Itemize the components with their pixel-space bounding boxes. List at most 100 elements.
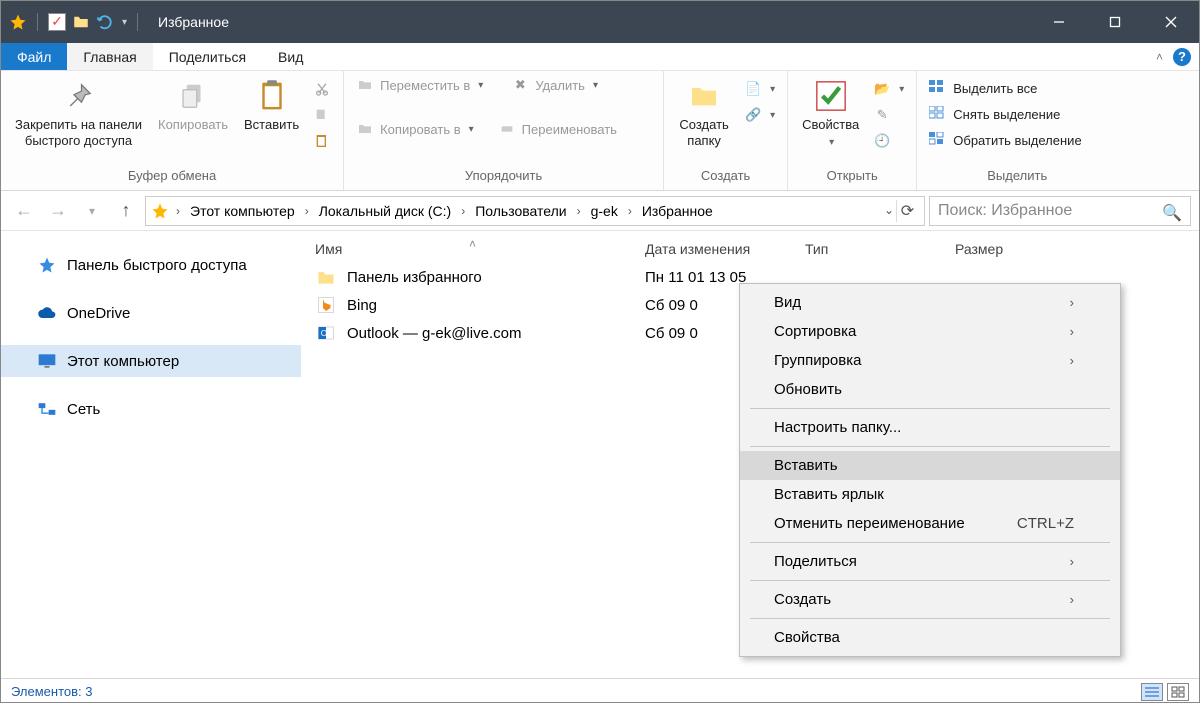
network-icon: [37, 399, 57, 419]
context-menu: Вид› Сортировка› Группировка› Обновить Н…: [739, 283, 1121, 657]
forward-button[interactable]: →: [43, 196, 73, 226]
delete-button[interactable]: ✖Удалить▾: [509, 75, 600, 95]
copy-button[interactable]: Копировать: [154, 75, 232, 137]
move-to-button[interactable]: Переместить в▾: [354, 75, 485, 95]
item-count: Элементов: 3: [11, 684, 92, 699]
properties-button[interactable]: Свойства ▾: [798, 75, 863, 153]
ctx-paste-shortcut[interactable]: Вставить ярлык: [740, 480, 1120, 509]
details-view-button[interactable]: [1141, 683, 1163, 701]
crumb-drive[interactable]: Локальный диск (C:): [315, 203, 456, 219]
new-folder-label: Создать папку: [679, 117, 728, 148]
monitor-icon: [37, 351, 57, 371]
ribbon: Закрепить на панели быстрого доступа Коп…: [1, 71, 1199, 191]
select-group-label: Выделить: [927, 168, 1107, 188]
chevron-right-icon[interactable]: ›: [575, 204, 583, 218]
select-none-button[interactable]: Снять выделение: [927, 105, 1083, 123]
chevron-right-icon: ›: [1070, 592, 1074, 607]
file-name: Outlook — g-ek@live.com: [347, 325, 645, 342]
sort-asc-icon: ˄: [469, 237, 476, 251]
crumb-users[interactable]: Пользователи: [471, 203, 570, 219]
close-button[interactable]: [1143, 1, 1199, 43]
col-name[interactable]: Имя˄: [315, 241, 645, 257]
minimize-button[interactable]: [1031, 1, 1087, 43]
search-icon[interactable]: 🔍: [1162, 203, 1182, 223]
crumb-favorites[interactable]: Избранное: [638, 203, 717, 219]
chevron-right-icon[interactable]: ›: [174, 204, 182, 218]
onedrive-icon: [37, 303, 57, 323]
crumb-thispc[interactable]: Этот компьютер: [186, 203, 299, 219]
col-date[interactable]: Дата изменения: [645, 241, 805, 257]
qat-separator-2: [137, 13, 138, 31]
chevron-right-icon[interactable]: ›: [459, 204, 467, 218]
tab-file[interactable]: Файл: [1, 43, 67, 70]
col-type[interactable]: Тип: [805, 241, 955, 257]
recent-dropdown[interactable]: ▾: [77, 196, 107, 226]
new-item-button[interactable]: 📄▾: [742, 79, 777, 99]
nav-network[interactable]: Сеть: [1, 393, 301, 425]
refresh-button[interactable]: ⟳: [896, 200, 918, 222]
ctx-new[interactable]: Создать›: [740, 585, 1120, 614]
select-all-button[interactable]: Выделить все: [927, 79, 1083, 97]
paste-shortcut-button[interactable]: [311, 131, 333, 151]
tab-home[interactable]: Главная: [67, 43, 152, 70]
undo-qat-icon[interactable]: [96, 13, 114, 31]
address-bar[interactable]: › Этот компьютер› Локальный диск (C:)› П…: [145, 196, 925, 226]
organize-group-label: Упорядочить: [354, 168, 653, 188]
copy-to-button[interactable]: Копировать в▾: [354, 119, 476, 139]
chevron-right-icon[interactable]: ›: [626, 204, 634, 218]
address-bar-row: ← → ▾ ↑ › Этот компьютер › Локальный диск…: [1, 191, 1199, 231]
copy-path-button[interactable]: [311, 105, 333, 125]
ctx-customize-folder[interactable]: Настроить папку...: [740, 413, 1120, 442]
create-group-label: Создать: [674, 168, 777, 188]
nav-onedrive[interactable]: OneDrive: [1, 297, 301, 329]
ctx-view[interactable]: Вид›: [740, 288, 1120, 317]
ctx-group[interactable]: Группировка›: [740, 346, 1120, 375]
chevron-right-icon: ›: [1070, 295, 1074, 310]
nav-onedrive-label: OneDrive: [67, 305, 130, 322]
ctx-separator: [750, 580, 1110, 581]
nav-quick-access[interactable]: Панель быстрого доступа: [1, 249, 301, 281]
qat-dropdown-icon[interactable]: ▾: [122, 17, 127, 28]
rename-button[interactable]: Переименовать: [496, 119, 619, 139]
properties-label: Свойства: [802, 117, 859, 133]
ctx-paste[interactable]: Вставить: [740, 451, 1120, 480]
edit-button[interactable]: ✎: [871, 105, 906, 125]
paste-button[interactable]: Вставить: [240, 75, 303, 137]
ctx-undo-rename[interactable]: Отменить переименованиеCTRL+Z: [740, 509, 1120, 538]
chevron-right-icon[interactable]: ›: [303, 204, 311, 218]
nav-thispc-label: Этот компьютер: [67, 353, 179, 370]
large-icons-view-button[interactable]: [1167, 683, 1189, 701]
open-button[interactable]: 📂▾: [871, 79, 906, 99]
col-size[interactable]: Размер: [955, 241, 1185, 257]
search-placeholder: Поиск: Избранное: [938, 202, 1072, 220]
history-button[interactable]: 🕘: [871, 131, 906, 151]
collapse-ribbon-icon[interactable]: ˄: [1156, 50, 1163, 64]
pin-to-quick-access-button[interactable]: Закрепить на панели быстрого доступа: [11, 75, 146, 152]
ctx-refresh[interactable]: Обновить: [740, 375, 1120, 404]
tab-share[interactable]: Поделиться: [153, 43, 262, 70]
properties-qat-icon[interactable]: ✓: [48, 13, 66, 31]
bing-icon: [315, 294, 337, 316]
search-input[interactable]: Поиск: Избранное 🔍: [929, 196, 1191, 226]
paste-label: Вставить: [244, 117, 299, 133]
invert-selection-button[interactable]: Обратить выделение: [927, 131, 1083, 149]
help-icon[interactable]: ?: [1173, 48, 1191, 66]
tab-view[interactable]: Вид: [262, 43, 319, 70]
ribbon-tabs: Файл Главная Поделиться Вид ˄ ?: [1, 43, 1199, 71]
easy-access-button[interactable]: 🔗▾: [742, 105, 777, 125]
maximize-button[interactable]: [1087, 1, 1143, 43]
ctx-separator: [750, 408, 1110, 409]
chevron-right-icon: ›: [1070, 353, 1074, 368]
nav-this-pc[interactable]: Этот компьютер: [1, 345, 301, 377]
crumb-user[interactable]: g-ek: [587, 203, 622, 219]
up-button[interactable]: ↑: [111, 196, 141, 226]
cut-button[interactable]: [311, 79, 333, 99]
new-folder-button[interactable]: Создать папку: [674, 75, 734, 152]
back-button[interactable]: ←: [9, 196, 39, 226]
ctx-sort[interactable]: Сортировка›: [740, 317, 1120, 346]
ctx-properties[interactable]: Свойства: [740, 623, 1120, 652]
column-headers: Имя˄ Дата изменения Тип Размер: [301, 231, 1199, 263]
ctx-share[interactable]: Поделиться›: [740, 547, 1120, 576]
address-dropdown-icon[interactable]: ⌄: [884, 203, 894, 217]
new-folder-qat-icon[interactable]: [72, 13, 90, 31]
